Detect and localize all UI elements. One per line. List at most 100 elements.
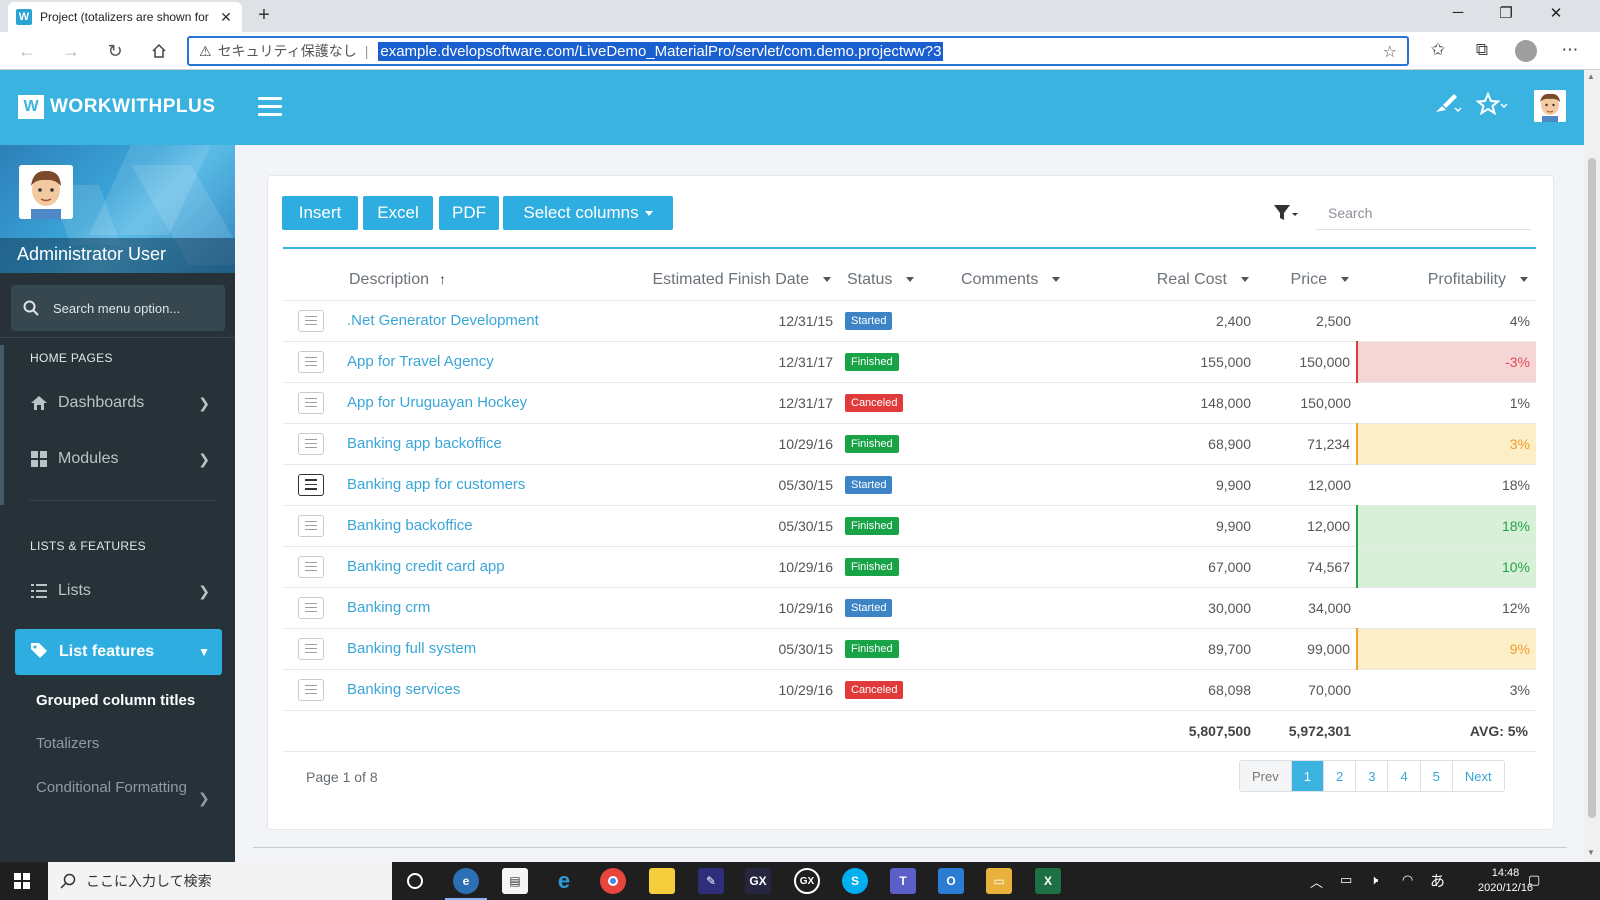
header-status[interactable]: Status bbox=[839, 260, 953, 301]
grid-search-input[interactable] bbox=[1316, 196, 1531, 230]
row-menu-icon[interactable] bbox=[298, 678, 324, 701]
tool-icon[interactable]: ✎ bbox=[698, 868, 724, 894]
page-scrollbar[interactable]: ▲ ▼ bbox=[1584, 70, 1600, 862]
notifications-icon[interactable]: ▢ bbox=[1528, 872, 1540, 888]
row-menu-icon[interactable] bbox=[298, 391, 324, 414]
menu-search[interactable]: Search menu option... bbox=[11, 285, 225, 331]
more-icon[interactable]: ⋯ bbox=[1558, 40, 1582, 60]
browser-tab[interactable]: W Project (totalizers are shown for ✕ bbox=[8, 2, 242, 32]
table-row[interactable]: Banking credit card app 10/29/16 Finished 6… bbox=[283, 546, 1536, 588]
scroll-down-icon[interactable]: ▼ bbox=[1587, 848, 1595, 857]
row-menu-icon[interactable] bbox=[298, 432, 324, 455]
reload-icon[interactable]: ↻ bbox=[102, 38, 128, 64]
header-profitability[interactable]: Profitability bbox=[1357, 260, 1536, 301]
table-row[interactable]: App for Travel Agency 12/31/17 Finished 155… bbox=[283, 341, 1536, 383]
scrollbar-thumb[interactable] bbox=[1588, 158, 1596, 818]
ime-indicator[interactable]: あ bbox=[1430, 870, 1445, 891]
scroll-up-icon[interactable]: ▲ bbox=[1587, 72, 1595, 81]
table-row[interactable]: Banking app for customers 05/30/15 Started… bbox=[283, 464, 1536, 506]
task-view-icon[interactable] bbox=[402, 868, 428, 894]
sidebar-item-lists[interactable]: Lists ❯ bbox=[30, 580, 210, 602]
page-button-3[interactable]: 3 bbox=[1355, 761, 1387, 791]
teams-icon[interactable]: T bbox=[890, 868, 916, 894]
project-link[interactable]: Banking crm bbox=[347, 599, 430, 616]
internet-explorer-icon[interactable]: e bbox=[551, 868, 577, 894]
sidebar-subitem-conditional-formatting[interactable]: Conditional Formatting ❯ bbox=[36, 777, 210, 806]
taskbar-search[interactable]: ここに入力して検索 bbox=[48, 862, 392, 900]
new-tab-button[interactable]: + bbox=[252, 4, 276, 27]
table-row[interactable]: .Net Generator Development 12/31/15 Starte… bbox=[283, 300, 1536, 342]
header-comments[interactable]: Comments bbox=[953, 260, 1127, 301]
excel-button[interactable]: Excel bbox=[363, 196, 433, 230]
header-price[interactable]: Price bbox=[1257, 260, 1357, 301]
header-estimated-finish-date[interactable]: Estimated Finish Date bbox=[621, 260, 839, 301]
file-explorer-icon[interactable]: ▭ bbox=[986, 868, 1012, 894]
excel-icon[interactable]: X bbox=[1035, 868, 1061, 894]
select-columns-button[interactable]: Select columns bbox=[503, 196, 673, 230]
page-button-2[interactable]: 2 bbox=[1322, 761, 1355, 791]
sidebar-subitem-totalizers[interactable]: Totalizers bbox=[36, 733, 196, 755]
table-row[interactable]: Banking services 10/29/16 Canceled 68,098 70… bbox=[283, 669, 1536, 711]
taskbar-clock[interactable]: 14:48 2020/12/16 bbox=[1478, 866, 1533, 896]
page-button-4[interactable]: 4 bbox=[1387, 761, 1419, 791]
row-menu-icon[interactable] bbox=[298, 637, 324, 660]
prev-page-button[interactable]: Prev bbox=[1240, 761, 1291, 791]
brand-name[interactable]: WORKWITHPLUS bbox=[50, 96, 215, 118]
project-link[interactable]: Banking app for customers bbox=[347, 476, 525, 493]
table-row[interactable]: Banking backoffice 05/30/15 Finished 9,900 1… bbox=[283, 505, 1536, 547]
project-link[interactable]: Banking services bbox=[347, 681, 460, 698]
sidebar-item-modules[interactable]: Modules ❯ bbox=[30, 448, 210, 470]
maximize-icon[interactable]: ❐ bbox=[1484, 4, 1528, 22]
battery-icon[interactable]: ▭ bbox=[1340, 872, 1352, 888]
address-bar[interactable]: ⚠ セキュリティ保護なし | example.dvelopsoftware.co… bbox=[187, 36, 1409, 66]
outlook-icon[interactable]: O bbox=[938, 868, 964, 894]
header-description[interactable]: Description ↑ bbox=[341, 260, 621, 301]
table-row[interactable]: Banking full system 05/30/15 Finished 89,70… bbox=[283, 628, 1536, 670]
volume-muted-icon[interactable]: 🕨 bbox=[1370, 872, 1378, 888]
page-button-5[interactable]: 5 bbox=[1419, 761, 1452, 791]
row-menu-icon[interactable] bbox=[298, 350, 324, 373]
project-link[interactable]: App for Uruguayan Hockey bbox=[347, 394, 527, 411]
chrome-icon[interactable] bbox=[600, 868, 626, 894]
close-tab-icon[interactable]: ✕ bbox=[218, 9, 234, 26]
project-link[interactable]: Banking credit card app bbox=[347, 558, 505, 575]
sidebar-subitem-grouped-column-titles[interactable]: Grouped column titles bbox=[36, 690, 196, 712]
filter-icon[interactable] bbox=[1273, 203, 1299, 223]
pdf-button[interactable]: PDF bbox=[439, 196, 499, 230]
favorites-icon[interactable]: ✩ bbox=[1426, 40, 1450, 60]
row-menu-icon[interactable] bbox=[298, 514, 324, 537]
browser-profile-icon[interactable] bbox=[1515, 40, 1537, 62]
chevron-up-icon[interactable]: ︿ bbox=[1310, 872, 1323, 891]
sticky-notes-icon[interactable] bbox=[649, 868, 675, 894]
project-link[interactable]: .Net Generator Development bbox=[347, 312, 539, 329]
project-link[interactable]: Banking full system bbox=[347, 640, 476, 657]
home-icon[interactable] bbox=[146, 38, 172, 64]
project-link[interactable]: Banking app backoffice bbox=[347, 435, 502, 452]
row-menu-icon[interactable] bbox=[298, 555, 324, 578]
skype-icon[interactable]: S bbox=[842, 868, 868, 894]
page-button-1[interactable]: 1 bbox=[1290, 761, 1323, 791]
sidebar-item-list-features[interactable]: List features ▼ bbox=[15, 629, 222, 675]
user-avatar[interactable] bbox=[1534, 90, 1566, 122]
address-url[interactable]: example.dvelopsoftware.com/LiveDemo_Mate… bbox=[378, 41, 944, 61]
header-real-cost[interactable]: Real Cost bbox=[1127, 260, 1257, 301]
close-window-icon[interactable]: ✕ bbox=[1534, 4, 1578, 22]
forward-icon[interactable]: → bbox=[58, 38, 84, 64]
table-row[interactable]: Banking crm 10/29/16 Started 30,000 34,000 12… bbox=[283, 587, 1536, 629]
project-link[interactable]: App for Travel Agency bbox=[347, 353, 494, 370]
theme-brush-icon[interactable] bbox=[1434, 92, 1462, 120]
favorite-star-icon[interactable]: ☆ bbox=[1383, 42, 1397, 62]
notepad-icon[interactable]: ▤ bbox=[502, 868, 528, 894]
windows-start-icon[interactable] bbox=[14, 873, 30, 889]
edge-icon[interactable]: e bbox=[445, 868, 487, 900]
favorites-star-icon[interactable] bbox=[1475, 91, 1508, 122]
row-menu-icon[interactable] bbox=[298, 473, 324, 496]
minimize-icon[interactable]: ─ bbox=[1436, 4, 1480, 21]
sidebar-avatar[interactable] bbox=[19, 165, 73, 219]
genexus-alt-icon[interactable]: GX bbox=[794, 868, 820, 894]
project-link[interactable]: Banking backoffice bbox=[347, 517, 473, 534]
collections-icon[interactable]: ⧉ bbox=[1470, 40, 1494, 60]
sidebar-item-dashboards[interactable]: Dashboards ❯ bbox=[30, 392, 210, 414]
menu-toggle-icon[interactable] bbox=[258, 97, 282, 117]
back-icon[interactable]: ← bbox=[14, 38, 40, 64]
